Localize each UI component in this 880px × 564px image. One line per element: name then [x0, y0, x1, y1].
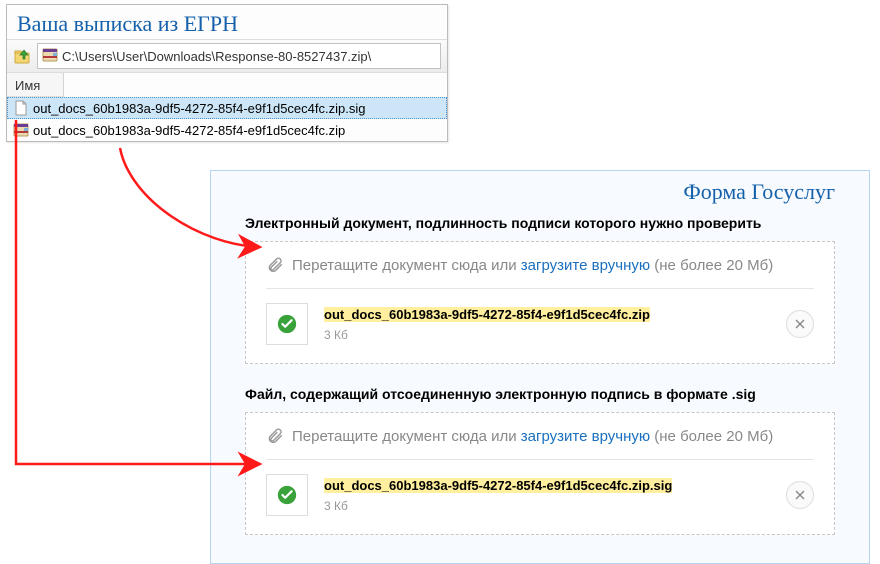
file-row-sig[interactable]: out_docs_60b1983a-9df5-4272-85f4-e9f1d5c… [7, 97, 447, 119]
file-row-zip[interactable]: out_docs_60b1983a-9df5-4272-85f4-e9f1d5c… [7, 119, 447, 141]
paperclip-icon [266, 256, 284, 274]
dropzone-signature[interactable]: Перетащите документ сюда или загрузите в… [245, 412, 835, 535]
file-name: out_docs_60b1983a-9df5-4272-85f4-e9f1d5c… [33, 123, 345, 138]
section-label-sig: Файл, содержащий отсоединенную электронн… [245, 386, 835, 402]
upload-link[interactable]: загрузите вручную [521, 428, 650, 445]
column-header-name[interactable]: Имя [7, 73, 64, 97]
remove-file-button[interactable] [786, 481, 814, 509]
file-name-rest: 60b1983a-9df5-4272-85f4-e9f1d5cec4fc.zip… [389, 478, 672, 493]
section-label-doc: Электронный документ, подлинность подпис… [245, 215, 835, 231]
uploaded-file: out_docs_60b1983a-9df5-4272-85f4-e9f1d5c… [266, 459, 814, 516]
status-success-icon [266, 474, 308, 516]
hint-text-prefix: Перетащите документ сюда или [292, 257, 521, 274]
uploaded-file: out_docs_60b1983a-9df5-4272-85f4-e9f1d5c… [266, 288, 814, 345]
form-panel: Форма Госуслуг Электронный документ, под… [210, 170, 870, 564]
file-name-highlight: out_docs_ [324, 307, 389, 322]
file-name-highlight: out_docs_ [324, 478, 389, 493]
explorer-path[interactable]: C:\Users\User\Downloads\Response-80-8527… [37, 43, 441, 69]
hint-text-prefix: Перетащите документ сюда или [292, 428, 521, 445]
hint-text-suffix: (не более 20 Мб) [650, 257, 773, 274]
dropzone-document[interactable]: Перетащите документ сюда или загрузите в… [245, 241, 835, 364]
explorer-toolbar: C:\Users\User\Downloads\Response-80-8527… [7, 39, 447, 73]
archive-icon [42, 47, 58, 66]
archive-icon [13, 122, 29, 138]
file-size: 3 Кб [324, 499, 770, 513]
explorer-title: Ваша выписка из ЕГРН [7, 5, 447, 39]
paperclip-icon [266, 427, 284, 445]
file-name-rest: 60b1983a-9df5-4272-85f4-e9f1d5cec4fc.zip [389, 307, 650, 322]
upload-link[interactable]: загрузите вручную [521, 257, 650, 274]
remove-file-button[interactable] [786, 310, 814, 338]
folder-up-icon[interactable] [13, 46, 33, 66]
hint-text-suffix: (не более 20 Мб) [650, 428, 773, 445]
file-icon [13, 100, 29, 116]
form-title: Форма Госуслуг [245, 171, 835, 209]
explorer-path-text: C:\Users\User\Downloads\Response-80-8527… [62, 49, 371, 64]
dropzone-hint: Перетащите документ сюда или загрузите в… [266, 256, 814, 274]
file-size: 3 Кб [324, 328, 770, 342]
explorer-window: Ваша выписка из ЕГРН C:\Users\User\Downl… [6, 4, 448, 142]
file-name: out_docs_60b1983a-9df5-4272-85f4-e9f1d5c… [33, 101, 365, 116]
dropzone-hint: Перетащите документ сюда или загрузите в… [266, 427, 814, 445]
status-success-icon [266, 303, 308, 345]
